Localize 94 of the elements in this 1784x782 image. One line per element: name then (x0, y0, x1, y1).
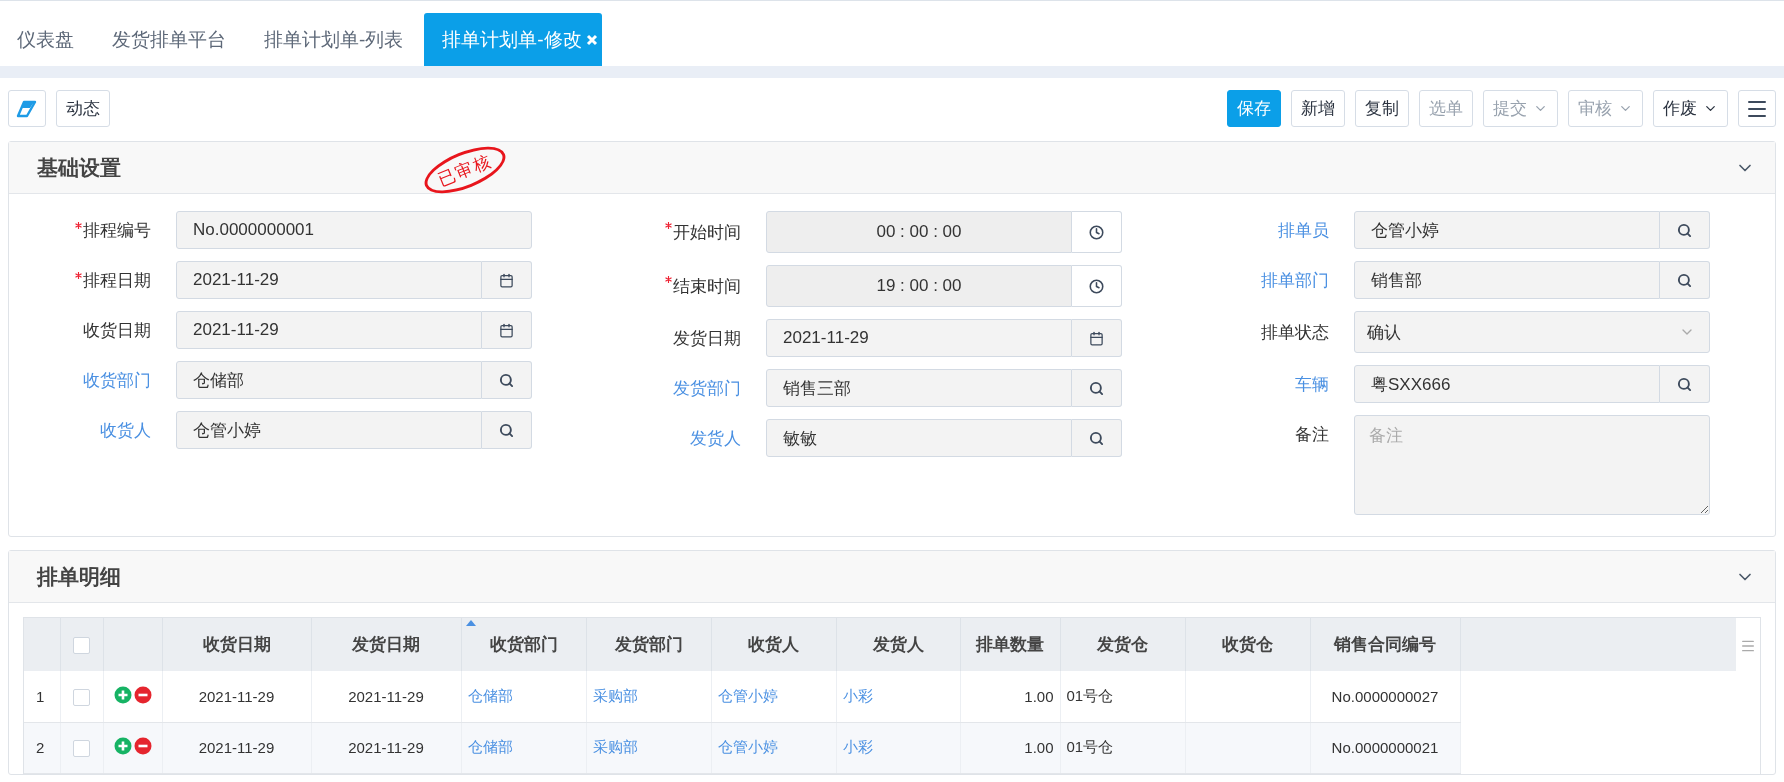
input-field[interactable]: 销售部 (1354, 261, 1660, 299)
field-label: 发货日期 (673, 327, 741, 350)
field-label: 收货日期 (83, 319, 151, 342)
table-cell: 01号仓 (1060, 722, 1185, 773)
eraser-icon (16, 99, 38, 118)
table-cell: No.0000000027 (1310, 671, 1460, 722)
select-all-checkbox[interactable] (73, 636, 90, 654)
search-icon (1677, 376, 1692, 392)
search-button[interactable] (1660, 365, 1710, 403)
row-checkbox[interactable] (73, 739, 90, 757)
toolbar-button[interactable]: 作废 (1653, 90, 1728, 127)
picker-button[interactable] (482, 311, 532, 349)
table-cell: 01号仓 (1060, 671, 1185, 722)
table-cell: 2021-11-29 (311, 722, 461, 773)
tab[interactable]: 发货排单平台 (95, 13, 247, 66)
panel-title: 基础设置 (37, 154, 121, 181)
field-label: 开始时间 (673, 221, 741, 244)
input-field[interactable]: 仓管小婷 (1354, 211, 1660, 249)
tab[interactable]: 排单计划单-列表 (247, 13, 425, 66)
column-header[interactable]: 销售合同编号 (1310, 618, 1460, 671)
column-header[interactable]: 发货日期 (311, 618, 461, 671)
input-field[interactable]: 2021-11-29 (766, 319, 1072, 357)
calendar-icon (1089, 330, 1104, 346)
input-field[interactable]: 敏敏 (766, 419, 1072, 457)
toolbar-button[interactable]: 复制 (1355, 90, 1409, 127)
tab[interactable]: 仪表盘 (0, 13, 95, 66)
field-label: 排单状态 (1261, 321, 1329, 344)
panel-title: 排单明细 (37, 563, 121, 590)
column-header[interactable]: 发货部门 (586, 618, 711, 671)
picker-button[interactable] (482, 261, 532, 299)
input-field[interactable]: 销售三部 (766, 369, 1072, 407)
input-field[interactable]: 仓储部 (176, 361, 482, 399)
field-label: 排程日期 (83, 269, 151, 292)
search-button[interactable] (1660, 211, 1710, 249)
input-field[interactable]: 2021-11-29 (176, 311, 482, 349)
row-number: 1 (24, 671, 60, 722)
table-cell: 2021-11-29 (311, 671, 461, 722)
field-label: 备注 (1295, 423, 1329, 446)
table-cell: No.0000000021 (1310, 722, 1460, 773)
select-field[interactable]: 确认 (1354, 311, 1710, 353)
search-button[interactable] (1072, 419, 1122, 457)
search-button[interactable] (1660, 261, 1710, 299)
column-header[interactable]: 收货人 (711, 618, 836, 671)
sort-arrow-icon (465, 620, 476, 626)
search-icon (499, 372, 514, 388)
input-field[interactable]: 仓管小婷 (176, 411, 482, 449)
required-icon (665, 276, 672, 283)
search-icon (499, 422, 514, 438)
column-header[interactable]: 收货部门 (461, 618, 586, 671)
clear-button[interactable] (8, 90, 46, 127)
search-button[interactable] (1072, 369, 1122, 407)
row-number: 2 (24, 722, 60, 773)
remarks-field[interactable]: 备注 (1354, 415, 1710, 515)
column-header[interactable]: 收货仓 (1185, 618, 1310, 671)
input-field[interactable]: 2021-11-29 (176, 261, 482, 299)
add-remove-icon[interactable] (113, 685, 152, 704)
search-icon (1089, 380, 1104, 396)
menu-button[interactable] (1738, 90, 1776, 127)
table-cell: 1.00 (960, 722, 1060, 773)
table-cell: 2021-11-29 (162, 722, 311, 773)
column-header[interactable]: 排单数量 (960, 618, 1060, 671)
column-header[interactable]: 发货仓 (1060, 618, 1185, 671)
search-icon (1089, 430, 1104, 446)
required-icon (75, 272, 82, 279)
toolbar-button[interactable]: 新增 (1291, 90, 1345, 127)
picker-button[interactable] (1072, 319, 1122, 357)
column-header[interactable]: 发货人 (836, 618, 960, 671)
close-icon[interactable] (585, 33, 598, 46)
clock-icon (1089, 278, 1104, 294)
column-header[interactable]: 收货日期 (162, 618, 311, 671)
table-cell-link[interactable]: 小彩 (836, 671, 960, 722)
input-field[interactable]: 19 : 00 : 00 (766, 265, 1072, 307)
activity-button[interactable]: 动态 (56, 90, 110, 127)
picker-button[interactable] (1072, 265, 1122, 307)
picker-button[interactable] (1072, 211, 1122, 253)
add-remove-icon[interactable] (113, 737, 152, 755)
field-label: 排程编号 (83, 219, 151, 242)
required-icon (665, 222, 672, 229)
search-button[interactable] (482, 361, 532, 399)
input-field[interactable]: 粤SXX666 (1354, 365, 1660, 403)
calendar-icon (499, 322, 514, 338)
table-cell: 1.00 (960, 671, 1060, 722)
search-button[interactable] (482, 411, 532, 449)
search-icon (1677, 222, 1692, 238)
table-cell-link[interactable]: 仓管小婷 (711, 671, 836, 722)
input-field[interactable]: No.0000000001 (176, 211, 532, 249)
row-checkbox[interactable] (73, 688, 90, 706)
input-field[interactable]: 00 : 00 : 00 (766, 211, 1072, 253)
required-icon (75, 222, 82, 229)
search-icon (1677, 272, 1692, 288)
table-cell: 2021-11-29 (162, 671, 311, 722)
field-label: 结束时间 (673, 275, 741, 298)
clock-icon (1089, 224, 1104, 240)
calendar-icon (499, 272, 514, 288)
